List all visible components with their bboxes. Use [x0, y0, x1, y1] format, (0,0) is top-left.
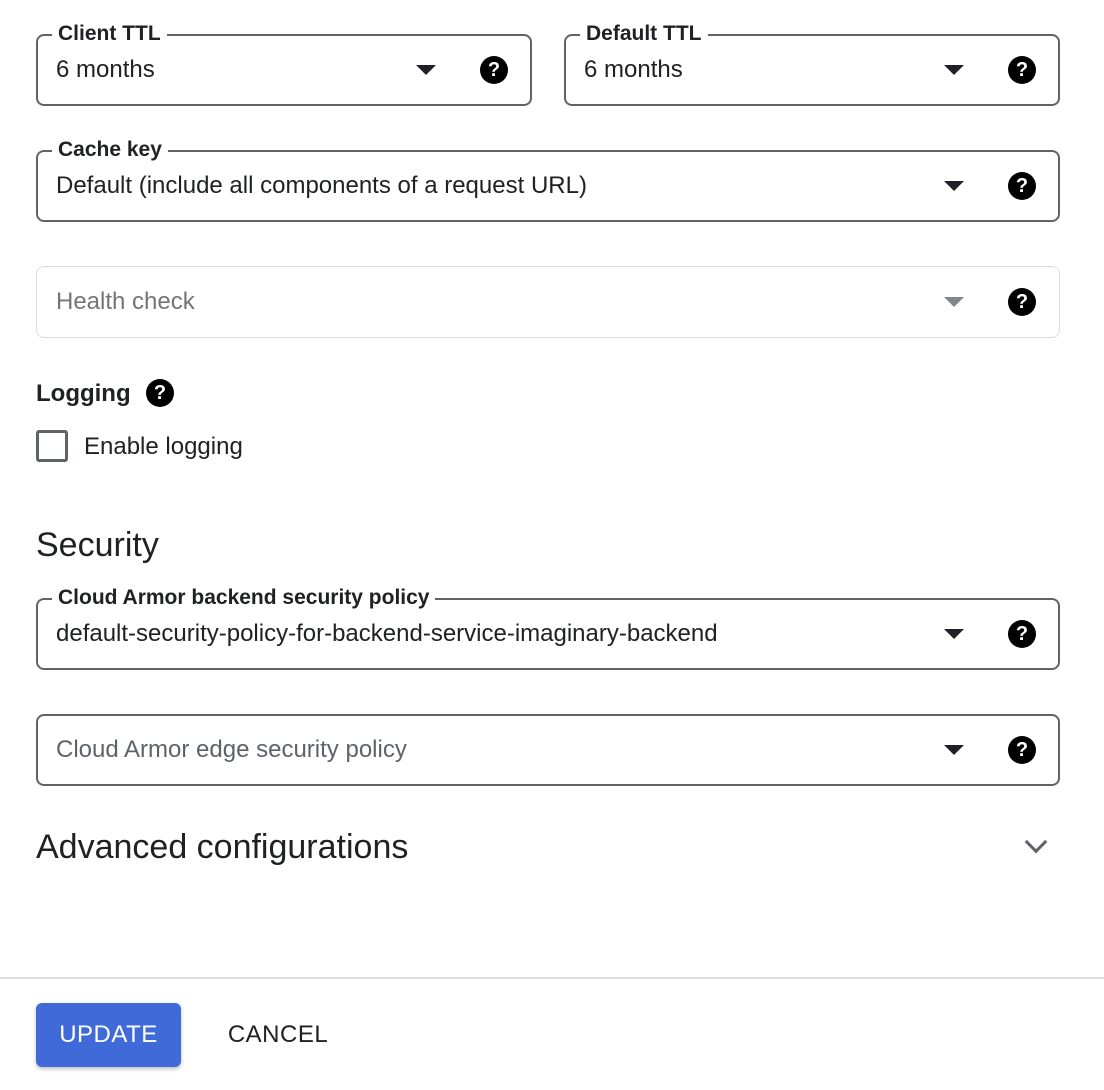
dropdown-arrow-icon: [944, 65, 964, 75]
update-button[interactable]: UPDATE: [36, 1003, 181, 1067]
cache-key-select[interactable]: Cache key Default (include all component…: [36, 138, 1060, 222]
help-icon[interactable]: ?: [1008, 620, 1036, 648]
edge-security-policy-select[interactable]: Cloud Armor edge security policy ?: [36, 714, 1060, 786]
default-ttl-select[interactable]: Default TTL 6 months ?: [564, 22, 1060, 106]
dropdown-arrow-icon: [944, 181, 964, 191]
dropdown-arrow-icon: [944, 745, 964, 755]
backend-security-policy-value: default-security-policy-for-backend-serv…: [56, 620, 718, 647]
cache-key-value: Default (include all components of a req…: [56, 172, 587, 199]
help-icon[interactable]: ?: [480, 56, 508, 84]
default-ttl-value: 6 months: [584, 56, 683, 83]
advanced-configurations-heading[interactable]: Advanced configurations: [36, 828, 408, 867]
logging-label: Logging: [36, 380, 131, 407]
client-ttl-value: 6 months: [56, 56, 155, 83]
help-icon[interactable]: ?: [1008, 736, 1036, 764]
edge-security-policy-placeholder: Cloud Armor edge security policy: [56, 736, 407, 763]
footer-divider: [0, 977, 1104, 979]
help-icon[interactable]: ?: [1008, 288, 1036, 316]
health-check-select: Health check ?: [36, 266, 1060, 338]
help-icon[interactable]: ?: [1008, 56, 1036, 84]
help-icon[interactable]: ?: [1008, 172, 1036, 200]
dropdown-arrow-icon: [944, 629, 964, 639]
health-check-placeholder: Health check: [56, 288, 195, 315]
enable-logging-label[interactable]: Enable logging: [84, 433, 243, 461]
enable-logging-checkbox[interactable]: [36, 430, 68, 462]
cancel-button[interactable]: CANCEL: [212, 1003, 344, 1067]
backend-security-policy-select[interactable]: Cloud Armor backend security policy defa…: [36, 586, 1060, 670]
client-ttl-select[interactable]: Client TTL 6 months ?: [36, 22, 532, 106]
help-icon[interactable]: ?: [146, 379, 174, 407]
dropdown-arrow-icon: [944, 297, 964, 307]
chevron-down-icon[interactable]: [1024, 830, 1048, 854]
dropdown-arrow-icon: [416, 65, 436, 75]
security-heading: Security: [36, 526, 159, 564]
